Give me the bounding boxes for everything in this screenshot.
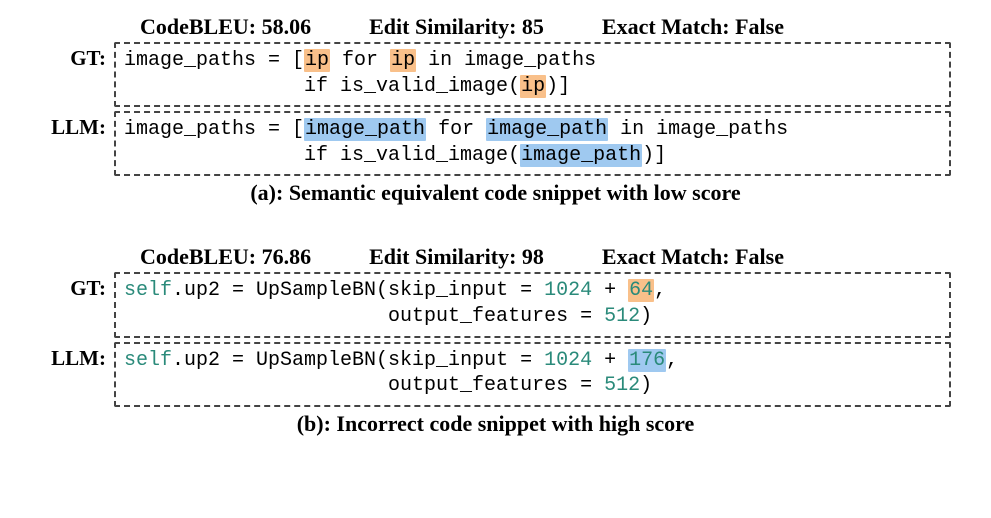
code-text: in image_paths <box>608 118 788 141</box>
code-number: 1024 <box>544 349 592 372</box>
code-text: if is_valid_image( <box>124 144 520 167</box>
metrics-row-b: CodeBLEU: 76.86 Edit Similarity: 98 Exac… <box>40 244 951 270</box>
example-b: CodeBLEU: 76.86 Edit Similarity: 98 Exac… <box>40 244 951 436</box>
highlight-blue: image_path <box>304 118 426 141</box>
code-text: .up2 = UpSampleBN(skip_input = <box>172 279 544 302</box>
highlight-blue: image_path <box>486 118 608 141</box>
caption-a: (a): Semantic equivalent code snippet wi… <box>40 180 951 206</box>
example-a: CodeBLEU: 58.06 Edit Similarity: 85 Exac… <box>40 14 951 206</box>
llm-code-b: self.up2 = UpSampleBN(skip_input = 1024 … <box>114 342 951 407</box>
highlight-orange: ip <box>304 49 330 72</box>
gt-code-b: self.up2 = UpSampleBN(skip_input = 1024 … <box>114 272 951 337</box>
code-text: )] <box>546 75 570 98</box>
code-text: ) <box>640 305 652 328</box>
code-text: + <box>592 279 628 302</box>
metric-editsim-b: Edit Similarity: 98 <box>369 244 544 270</box>
gt-label-a: GT: <box>40 42 114 107</box>
llm-row-b: LLM: self.up2 = UpSampleBN(skip_input = … <box>40 342 951 407</box>
metric-exact-a: Exact Match: False <box>602 14 784 40</box>
code-text: )] <box>642 144 666 167</box>
metric-codebleu-b: CodeBLEU: 76.86 <box>140 244 311 270</box>
llm-label-b: LLM: <box>40 342 114 407</box>
code-text: in image_paths <box>416 49 596 72</box>
llm-label-a: LLM: <box>40 111 114 176</box>
gt-code-a: image_paths = [ip for ip in image_paths … <box>114 42 951 107</box>
metric-codebleu-a: CodeBLEU: 58.06 <box>140 14 311 40</box>
code-self: self <box>124 349 172 372</box>
llm-code-a: image_paths = [image_path for image_path… <box>114 111 951 176</box>
code-number: 512 <box>604 305 640 328</box>
gt-label-b: GT: <box>40 272 114 337</box>
code-text: , <box>654 279 666 302</box>
code-text: , <box>666 349 678 372</box>
metrics-row-a: CodeBLEU: 58.06 Edit Similarity: 85 Exac… <box>40 14 951 40</box>
highlight-orange: 64 <box>628 279 654 302</box>
code-text: for <box>426 118 486 141</box>
code-text: output_features = <box>124 374 604 397</box>
highlight-orange: ip <box>520 75 546 98</box>
code-self: self <box>124 279 172 302</box>
llm-row-a: LLM: image_paths = [image_path for image… <box>40 111 951 176</box>
code-text: image_paths = [ <box>124 118 304 141</box>
gt-row-a: GT: image_paths = [ip for ip in image_pa… <box>40 42 951 107</box>
gt-row-b: GT: self.up2 = UpSampleBN(skip_input = 1… <box>40 272 951 337</box>
highlight-blue: image_path <box>520 144 642 167</box>
highlight-blue: 176 <box>628 349 666 372</box>
code-text: ) <box>640 374 652 397</box>
code-text: for <box>330 49 390 72</box>
code-text: image_paths = [ <box>124 49 304 72</box>
code-text: .up2 = UpSampleBN(skip_input = <box>172 349 544 372</box>
metric-exact-b: Exact Match: False <box>602 244 784 270</box>
code-number: 512 <box>604 374 640 397</box>
code-text: if is_valid_image( <box>124 75 520 98</box>
highlight-orange: ip <box>390 49 416 72</box>
code-text: output_features = <box>124 305 604 328</box>
code-text: + <box>592 349 628 372</box>
caption-b: (b): Incorrect code snippet with high sc… <box>40 411 951 437</box>
metric-editsim-a: Edit Similarity: 85 <box>369 14 544 40</box>
code-number: 1024 <box>544 279 592 302</box>
